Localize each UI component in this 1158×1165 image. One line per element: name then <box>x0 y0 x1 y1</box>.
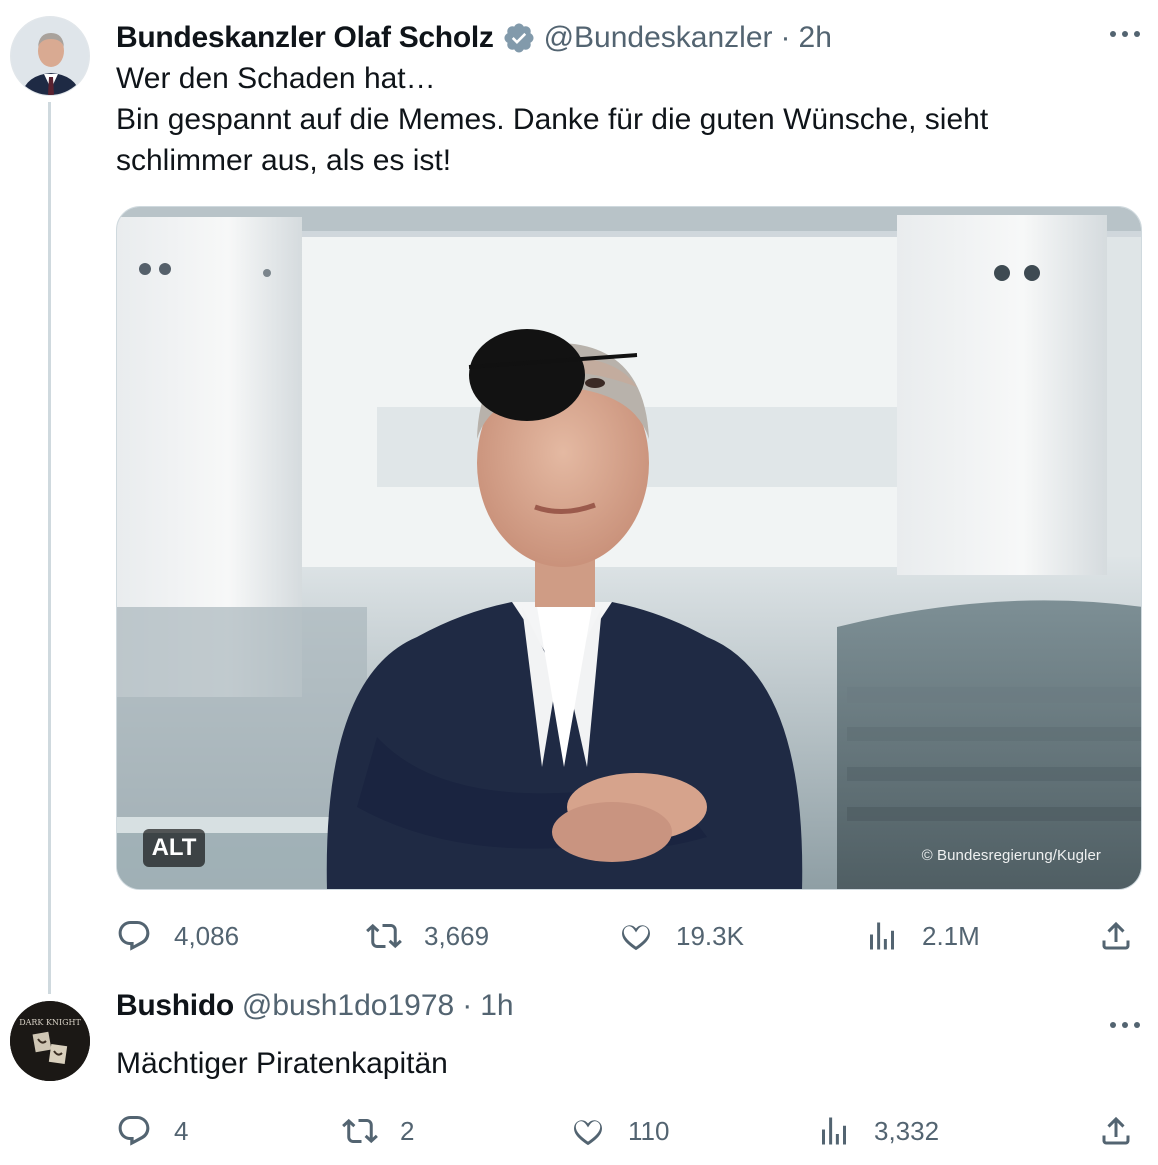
author-handle[interactable]: @Bundeskanzler <box>544 21 773 55</box>
share-button[interactable] <box>1098 1111 1134 1151</box>
reply-time[interactable]: 1h <box>480 989 513 1023</box>
like-count: 19.3K <box>676 920 744 951</box>
repost-button[interactable]: 2 <box>342 1111 414 1151</box>
reply-icon <box>118 921 150 951</box>
reply-header: Bushido @bush1do1978 · 1h <box>116 986 514 1026</box>
reply-tweet[interactable]: DARK KNIGHT Bushido @bush1do1978 · 1h Mä… <box>0 985 1158 1165</box>
more-icon[interactable] <box>1110 1015 1140 1035</box>
thread-line <box>48 102 51 994</box>
views-icon <box>870 922 894 950</box>
view-count: 2.1M <box>922 920 980 951</box>
repost-count: 3,669 <box>424 920 490 951</box>
views-button[interactable]: 2.1M <box>864 916 980 956</box>
reply-author-handle[interactable]: @bush1do1978 <box>242 989 454 1023</box>
author-avatar[interactable] <box>10 16 90 96</box>
reply-text-line: Mächtiger Piratenkapitän <box>116 1047 448 1080</box>
like-icon <box>574 1120 602 1146</box>
avatar-text: DARK KNIGHT <box>19 1018 81 1027</box>
repost-icon <box>342 1118 378 1144</box>
share-button[interactable] <box>1098 916 1134 956</box>
reply-text: Mächtiger Piratenkapitän <box>116 1043 1126 1084</box>
tweet-time[interactable]: 2h <box>799 21 832 55</box>
share-icon <box>1102 1116 1130 1145</box>
tweet-header: Bundeskanzler Olaf Scholz @Bundeskanzler… <box>116 18 832 58</box>
reply-count: 4,086 <box>174 920 240 951</box>
like-button[interactable]: 110 <box>570 1111 669 1151</box>
tweet-photo[interactable]: ALT © Bundesregierung/Kugler <box>116 206 1142 890</box>
reply-author-avatar[interactable]: DARK KNIGHT <box>10 1001 90 1081</box>
separator-dot: · <box>462 989 473 1022</box>
repost-button[interactable]: 3,669 <box>366 916 489 956</box>
like-button[interactable]: 19.3K <box>618 916 744 956</box>
separator-dot: · <box>780 21 791 54</box>
like-count: 110 <box>628 1115 670 1146</box>
reply-button[interactable]: 4 <box>116 1111 188 1151</box>
reply-actions: 4 2 110 3,332 <box>116 1111 1142 1151</box>
repost-icon <box>366 923 402 949</box>
views-icon <box>822 1117 846 1145</box>
more-icon[interactable] <box>1110 24 1140 44</box>
reply-icon <box>118 1116 150 1146</box>
repost-count: 2 <box>400 1115 415 1146</box>
tweet-actions: 4,086 3,669 19.3K 2.1M <box>116 916 1142 956</box>
view-count: 3,332 <box>874 1115 940 1146</box>
tweet-text-line: schlimmer aus, als es ist! <box>116 144 452 177</box>
reply-count: 4 <box>174 1115 189 1146</box>
like-icon <box>622 925 650 951</box>
tweet-text: Wer den Schaden hat… Bin gespannt auf di… <box>116 58 1126 181</box>
views-button[interactable]: 3,332 <box>816 1111 939 1151</box>
photo-credit: © Bundesregierung/Kugler <box>921 847 1101 864</box>
alt-text-button[interactable]: ALT <box>143 829 205 867</box>
reply-button[interactable]: 4,086 <box>116 916 239 956</box>
share-icon <box>1102 921 1130 950</box>
verified-badge-icon[interactable] <box>502 21 536 55</box>
tweet-text-line: Wer den Schaden hat… <box>116 62 436 95</box>
main-tweet[interactable]: Bundeskanzler Olaf Scholz @Bundeskanzler… <box>0 0 1158 994</box>
author-name[interactable]: Bundeskanzler Olaf Scholz <box>116 21 494 55</box>
reply-author-name[interactable]: Bushido <box>116 989 234 1023</box>
tweet-text-line: Bin gespannt auf die Memes. Danke für di… <box>116 103 989 136</box>
